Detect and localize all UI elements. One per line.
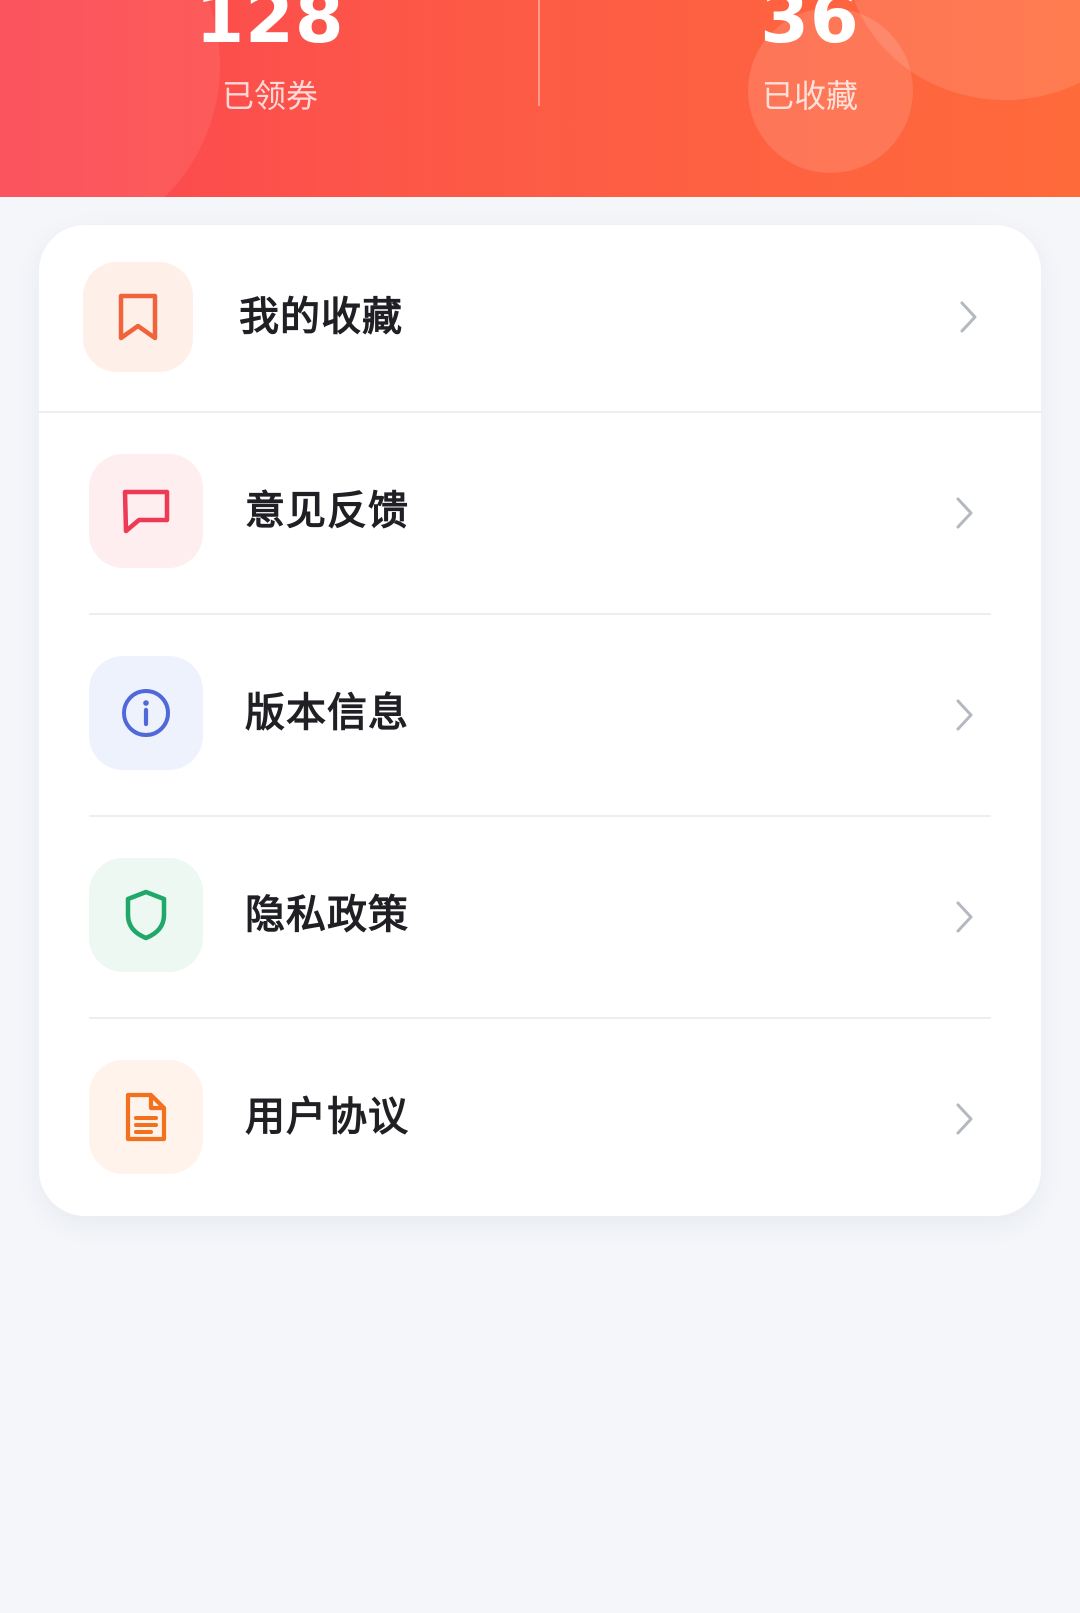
menu-item-feedback[interactable]: 意见反馈 [39, 413, 1041, 613]
stat-coupons-value: 128 [195, 0, 345, 59]
bookmark-icon [83, 262, 193, 372]
chevron-right-icon [956, 699, 973, 731]
menu-card: 我的收藏 意见反馈 版本信息 隐私政策 用户协议 [39, 225, 1041, 1216]
stat-coupons-label: 已领券 [221, 77, 318, 115]
menu-item-label: 隐私政策 [245, 892, 409, 938]
chevron-right-icon [960, 301, 977, 333]
document-icon [89, 1060, 203, 1174]
menu-item-privacy[interactable]: 隐私政策 [39, 817, 1041, 1017]
stat-divider [538, 0, 540, 106]
shield-icon [89, 858, 203, 972]
info-icon [89, 656, 203, 770]
stat-favorites-label: 已收藏 [761, 77, 858, 115]
message-icon [89, 454, 203, 568]
menu-item-label: 版本信息 [245, 690, 409, 736]
menu-item-label: 我的收藏 [239, 294, 403, 340]
menu-item-label: 用户协议 [245, 1094, 409, 1140]
chevron-right-icon [956, 901, 973, 933]
menu-item-label: 意见反馈 [245, 488, 409, 534]
chevron-right-icon [956, 497, 973, 529]
menu-item-version[interactable]: 版本信息 [39, 615, 1041, 815]
chevron-right-icon [956, 1103, 973, 1135]
stat-favorites-value: 36 [760, 0, 860, 59]
menu-item-agreement[interactable]: 用户协议 [39, 1019, 1041, 1216]
menu-item-favorites[interactable]: 我的收藏 [39, 225, 1041, 411]
profile-header: 128 已领券 36 已收藏 [0, 0, 1080, 197]
